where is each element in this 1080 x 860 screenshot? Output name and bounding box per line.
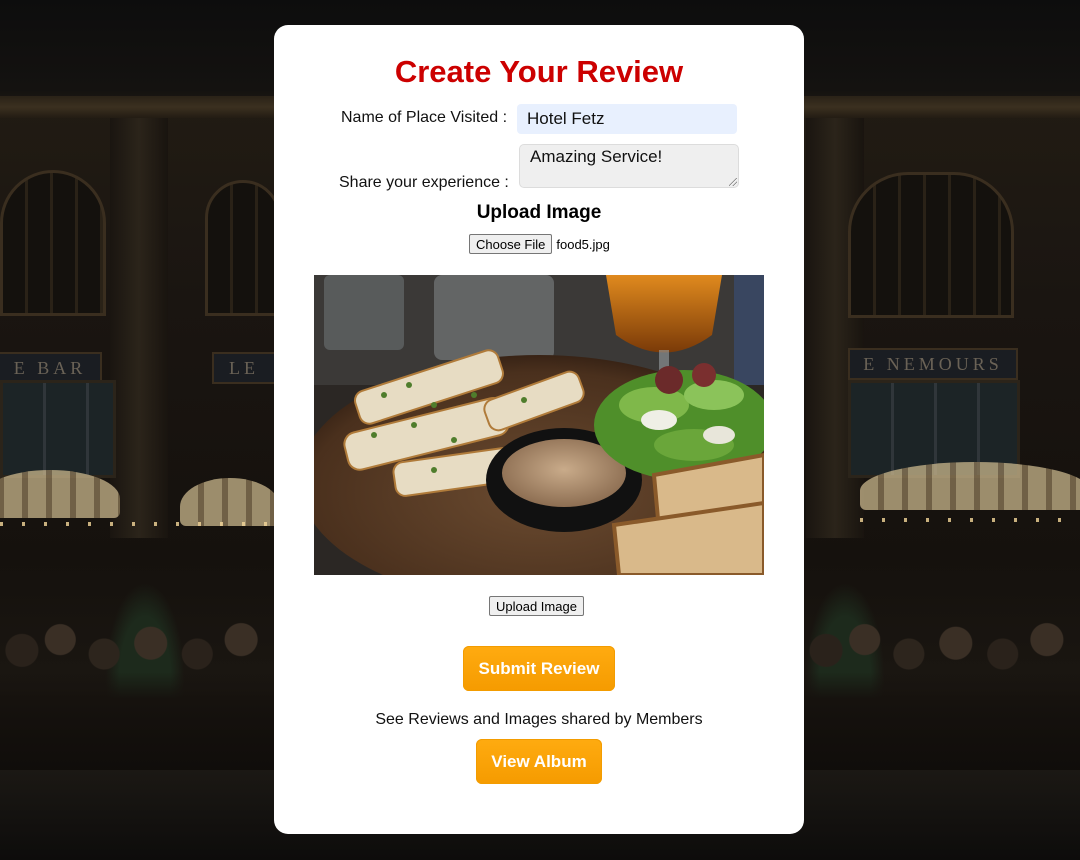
- storefront-sign: LE: [212, 352, 276, 384]
- submit-review-button[interactable]: Submit Review: [463, 646, 615, 691]
- building-window: [848, 172, 1014, 318]
- building-pillar: [110, 118, 168, 538]
- uploaded-image-preview: [314, 275, 764, 575]
- view-album-button[interactable]: View Album: [476, 739, 602, 784]
- string-lights: [0, 522, 270, 526]
- storefront-sign: E NEMOURS: [848, 348, 1018, 380]
- food-plate-image: [314, 275, 764, 575]
- cafe-umbrella: [180, 478, 280, 526]
- selected-file-name: food5.jpg: [556, 236, 610, 252]
- shop-window: [0, 380, 116, 478]
- experience-label: Share your experience :: [339, 174, 509, 191]
- string-lights: [860, 518, 1080, 522]
- experience-textarea[interactable]: Amazing Service!: [519, 144, 739, 188]
- cafe-crowd: [804, 600, 1080, 780]
- review-form-card: Create Your Review Name of Place Visited…: [274, 25, 804, 834]
- see-reviews-text: See Reviews and Images shared by Members: [375, 711, 703, 728]
- file-chooser: Choose File food5.jpg: [469, 234, 610, 254]
- choose-file-button[interactable]: Choose File: [469, 234, 553, 254]
- building-window: [205, 180, 281, 316]
- page-title: Create Your Review: [394, 54, 684, 89]
- upload-image-heading: Upload Image: [476, 202, 602, 223]
- upload-image-button[interactable]: Upload Image: [489, 596, 584, 616]
- place-name-label: Name of Place Visited :: [341, 109, 508, 126]
- building-window: [0, 170, 106, 316]
- place-name-input[interactable]: [517, 104, 737, 134]
- resize-handle-icon[interactable]: [729, 178, 737, 186]
- experience-field-wrapper: Amazing Service!: [519, 144, 739, 188]
- cafe-crowd: [0, 600, 274, 780]
